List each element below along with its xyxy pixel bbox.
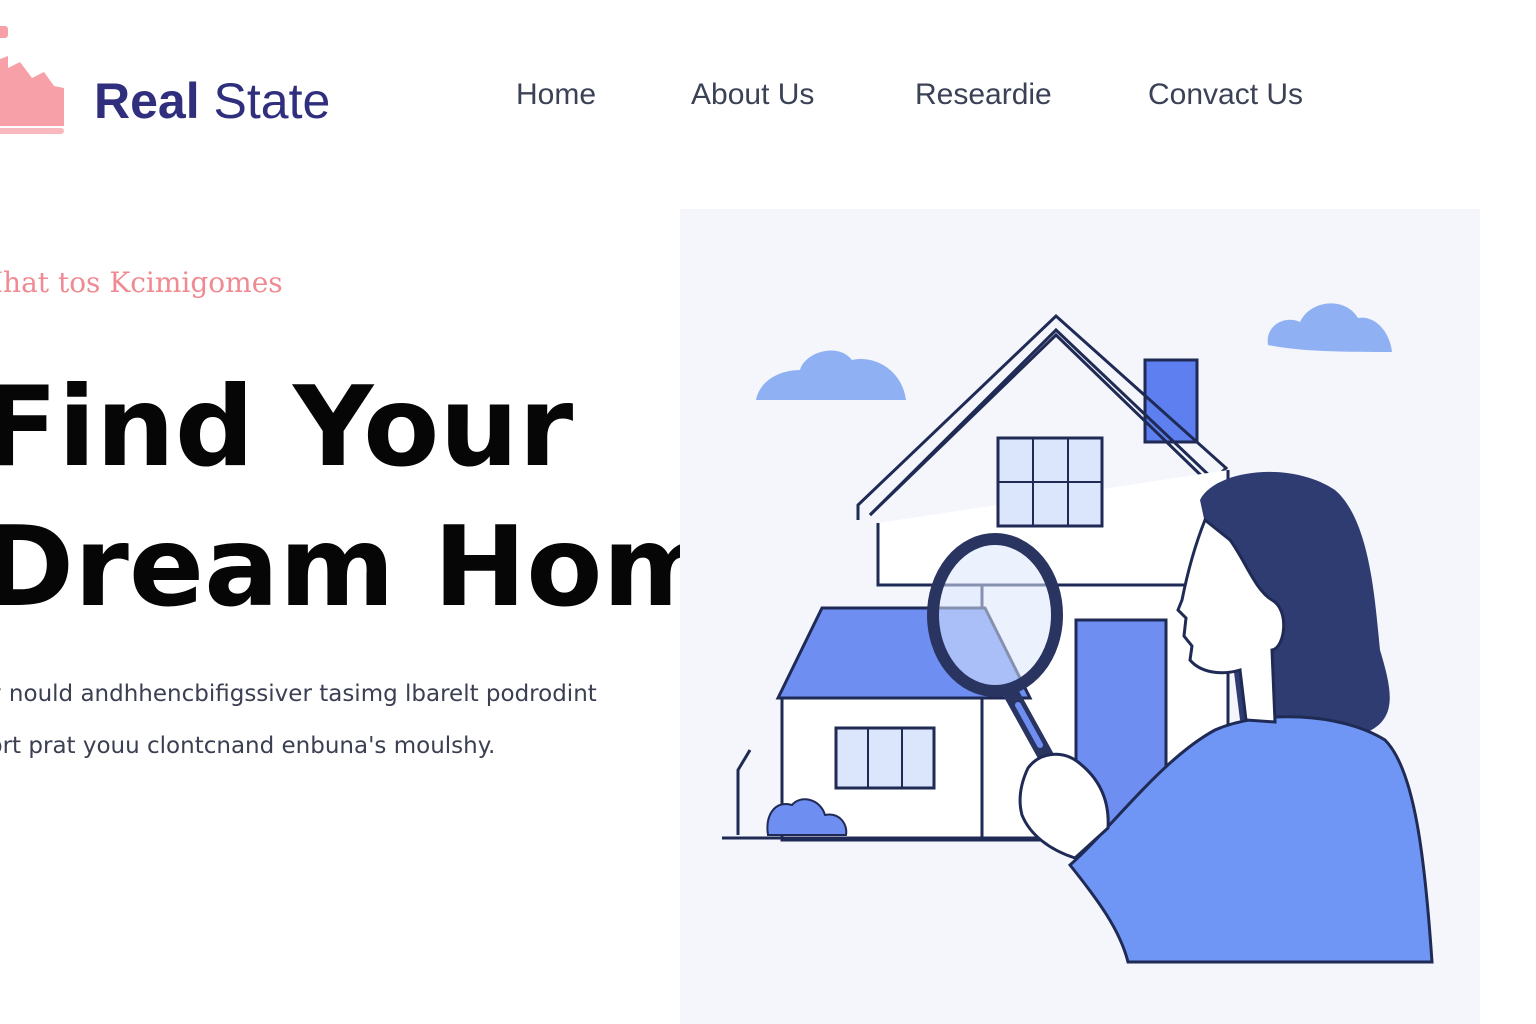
nav-item-contact[interactable]: Convact Us: [1148, 78, 1303, 112]
hero-illustration: [680, 209, 1480, 1024]
nav-item-home[interactable]: Home: [516, 78, 596, 112]
nav-link-research[interactable]: Researdie: [915, 78, 1052, 111]
brand-name-bold: Real: [94, 73, 200, 129]
nav-link-contact[interactable]: Convact Us: [1148, 78, 1303, 111]
hero-headline-line1: Find Your: [0, 363, 574, 492]
house-search-illustration: [722, 303, 1434, 964]
nav-item-research[interactable]: Researdie: [915, 78, 1052, 112]
nav-item-about[interactable]: About Us: [691, 78, 814, 112]
nav-link-about[interactable]: About Us: [691, 78, 814, 111]
hero-description-line2: prt prat youu clontcnand enbuna's moulsh…: [0, 733, 496, 759]
house-logo-icon[interactable]: [0, 26, 74, 134]
hero-eyebrow: Ihat tos Kcimigomes: [0, 266, 283, 299]
brand-name[interactable]: Real State: [94, 72, 330, 130]
cloud-right-icon: [1267, 303, 1392, 352]
cloud-left-icon: [756, 350, 906, 400]
hero-description-line1: y nould andhhencbifigssiver tasimg lbare…: [0, 681, 597, 707]
hero-headline: Find Your Dream Home: [0, 358, 793, 638]
nav-link-home[interactable]: Home: [516, 78, 596, 111]
brand-name-rest: State: [213, 73, 331, 129]
hero-headline-line2: Dream Home: [0, 503, 794, 632]
